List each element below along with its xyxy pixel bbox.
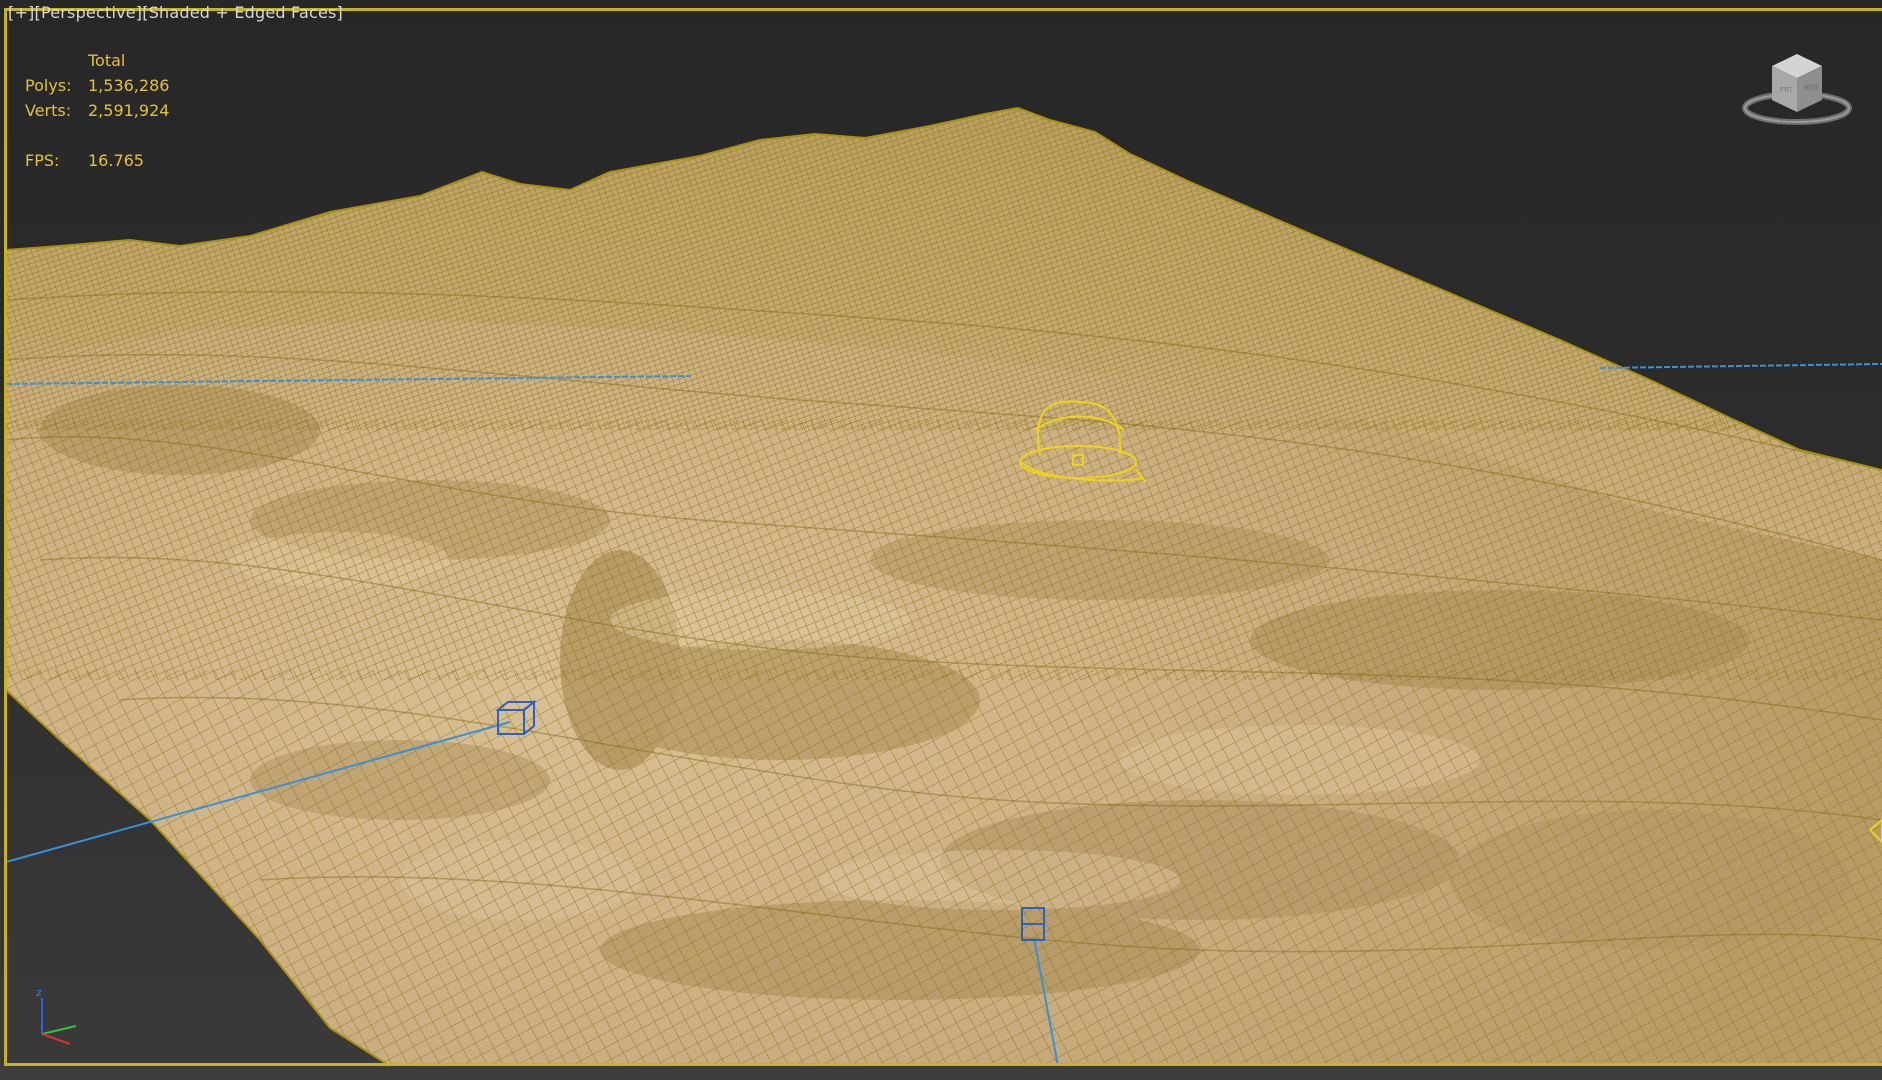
polys-value: 1,536,286: [88, 76, 170, 95]
viewport-statistics: Total Polys: 1,536,286 Verts: 2,591,924 FP…: [25, 48, 169, 173]
terrain-scene[interactable]: [0, 0, 1882, 1080]
axis-z-label: z: [36, 986, 42, 999]
viewport-general-menu[interactable]: [+]: [8, 3, 35, 22]
verts-value: 2,591,924: [88, 101, 170, 120]
viewport-label-menu: [+][Perspective][Shaded + Edged Faces]: [8, 3, 343, 22]
stats-header: Total: [88, 51, 126, 70]
viewcube-icon[interactable]: FRT RGT: [1742, 46, 1852, 136]
fps-label: FPS:: [25, 151, 60, 170]
perspective-viewport[interactable]: [+][Perspective][Shaded + Edged Faces] T…: [0, 0, 1882, 1080]
viewport-shading-menu[interactable]: [Shaded + Edged Faces]: [142, 3, 343, 22]
viewport-point-of-view-menu[interactable]: [Perspective]: [35, 3, 143, 22]
verts-label: Verts:: [25, 101, 72, 120]
fps-value: 16.765: [88, 151, 144, 170]
axis-tripod-icon: z: [36, 986, 77, 1045]
svg-text:FRT: FRT: [1780, 86, 1793, 94]
svg-text:RGT: RGT: [1804, 84, 1819, 92]
polys-label: Polys:: [25, 76, 72, 95]
viewport-bottom-strip: [0, 1068, 1882, 1080]
